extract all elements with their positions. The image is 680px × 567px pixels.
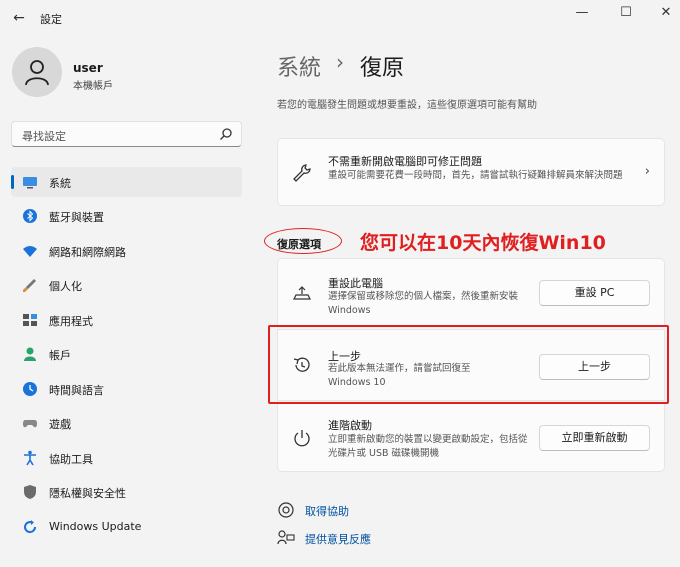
search-input[interactable]: 尋找設定 bbox=[11, 121, 242, 147]
monitor-icon bbox=[23, 177, 37, 189]
bluetooth-icon bbox=[23, 209, 37, 223]
shield-icon bbox=[24, 485, 36, 499]
advanced-startup-option: 進階啟動 立即重新啟動您的裝置以變更啟動設定，包括從光碟片或 USB 磁碟機開機… bbox=[277, 403, 665, 472]
reset-pc-title: 重設此電腦 bbox=[328, 277, 383, 290]
minimize-button[interactable]: — bbox=[571, 4, 593, 22]
advanced-startup-title: 進階啟動 bbox=[328, 419, 372, 432]
sidebar-item-windows-update[interactable]: Windows Update bbox=[11, 512, 242, 542]
search-placeholder: 尋找設定 bbox=[22, 130, 66, 143]
sidebar-item-label: 網路和網際網路 bbox=[49, 246, 126, 259]
sidebar-item-network[interactable]: 網路和網際網路 bbox=[11, 236, 242, 266]
person-icon bbox=[24, 347, 36, 361]
help-icon bbox=[278, 502, 294, 518]
accessibility-icon bbox=[24, 450, 36, 466]
troubleshoot-card[interactable]: 不需重新開啟電腦即可修正問題 重設可能需要花費一段時間，首先，請嘗試執行疑難排解… bbox=[277, 138, 665, 206]
brush-icon bbox=[23, 279, 36, 292]
troubleshoot-title: 不需重新開啟電腦即可修正問題 bbox=[328, 155, 482, 168]
sidebar-item-label: 個人化 bbox=[49, 280, 82, 293]
sidebar-item-privacy-security[interactable]: 隱私權與安全性 bbox=[11, 477, 242, 507]
page-subtitle: 若您的電腦發生問題或想要重設，這些復原選項可能有幫助 bbox=[277, 100, 537, 111]
annotation-text: 您可以在10天內恢復Win10 bbox=[360, 232, 606, 254]
sidebar-item-accessibility[interactable]: 協助工具 bbox=[11, 443, 242, 473]
advanced-startup-description: 立即重新啟動您的裝置以變更啟動設定，包括從光碟片或 USB 磁碟機開機 bbox=[328, 434, 528, 459]
feedback-icon bbox=[277, 530, 295, 545]
active-indicator bbox=[11, 175, 14, 189]
sidebar-item-time-language[interactable]: 時間與語言 bbox=[11, 374, 242, 404]
annotation-circle bbox=[264, 228, 342, 254]
sidebar-item-label: 藍牙與裝置 bbox=[49, 211, 104, 224]
maximize-button[interactable]: ☐ bbox=[615, 4, 637, 22]
sidebar-item-system[interactable]: 系統 bbox=[11, 167, 242, 197]
user-name: user bbox=[73, 61, 103, 75]
reset-pc-option: 重設此電腦 選擇保留或移除您的個人檔案，然後重新安裝 Windows 重設 PC bbox=[277, 258, 665, 327]
search-icon bbox=[220, 128, 232, 140]
breadcrumb-parent[interactable]: 系統 bbox=[277, 50, 321, 82]
highlight-box bbox=[268, 325, 669, 404]
back-arrow-icon[interactable]: ← bbox=[10, 9, 28, 27]
sidebar-item-label: 時間與語言 bbox=[49, 384, 104, 397]
apps-icon bbox=[23, 314, 37, 326]
account-type: 本機帳戶 bbox=[73, 81, 113, 92]
person-avatar-icon bbox=[25, 60, 49, 86]
sidebar-item-accounts[interactable]: 帳戶 bbox=[11, 339, 242, 369]
close-button[interactable]: ✕ bbox=[655, 4, 677, 22]
sidebar-item-bluetooth[interactable]: 藍牙與裝置 bbox=[11, 201, 242, 231]
sidebar-item-personalization[interactable]: 個人化 bbox=[11, 270, 242, 300]
troubleshoot-description: 重設可能需要花費一段時間，首先，請嘗試執行疑難排解員來解決問題 bbox=[328, 170, 623, 181]
page-title: 復原 bbox=[360, 56, 405, 81]
sidebar-item-label: 帳戶 bbox=[49, 349, 71, 362]
reset-pc-icon bbox=[293, 286, 311, 300]
advanced-startup-icon bbox=[294, 430, 310, 447]
window-title: 設定 bbox=[40, 13, 62, 26]
wifi-icon bbox=[23, 246, 37, 257]
sidebar-item-label: Windows Update bbox=[49, 520, 142, 533]
wrench-icon bbox=[293, 164, 311, 182]
sidebar-item-label: 協助工具 bbox=[49, 453, 93, 466]
gamepad-icon bbox=[23, 420, 37, 428]
restart-now-button[interactable]: 立即重新啟動 bbox=[539, 425, 650, 451]
reset-pc-description: 選擇保留或移除您的個人檔案，然後重新安裝 Windows bbox=[328, 291, 519, 316]
sidebar-item-label: 遊戲 bbox=[49, 418, 71, 431]
sidebar-item-gaming[interactable]: 遊戲 bbox=[11, 408, 242, 438]
get-help-link[interactable]: 取得協助 bbox=[305, 503, 349, 519]
reset-pc-button[interactable]: 重設 PC bbox=[539, 280, 650, 306]
sidebar-item-label: 系統 bbox=[49, 177, 71, 190]
title-bar: ← 設定 — ☐ ✕ bbox=[0, 0, 680, 36]
globe-clock-icon bbox=[23, 382, 37, 396]
sidebar-item-apps[interactable]: 應用程式 bbox=[11, 305, 242, 335]
update-icon bbox=[24, 520, 37, 534]
sidebar-item-label: 隱私權與安全性 bbox=[49, 487, 126, 500]
give-feedback-link[interactable]: 提供意見反應 bbox=[305, 531, 371, 547]
chevron-right-icon: › bbox=[644, 164, 650, 179]
sidebar-item-label: 應用程式 bbox=[49, 315, 93, 328]
breadcrumb-chevron-icon: › bbox=[336, 50, 344, 74]
avatar[interactable] bbox=[12, 47, 62, 97]
